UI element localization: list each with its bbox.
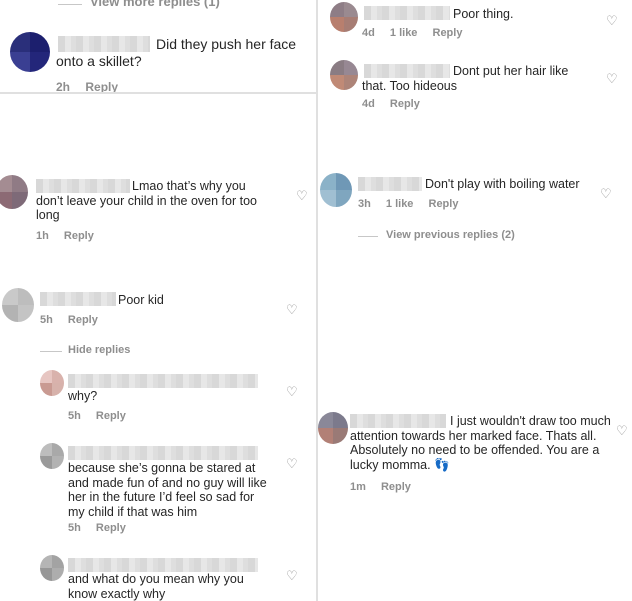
blurred-avatar [40,370,64,396]
comment-text: Don't play with boiling water [425,177,580,191]
blurred-avatar [10,32,50,72]
blurred-avatar [0,175,28,209]
blurred-username [364,6,450,20]
comment-panel-bottom-left: Poor kid 5h Reply ♡ Hide replies why? 5h… [0,282,316,601]
comment-text: Did they push her face onto a skillet? [56,36,297,69]
heart-outline-icon[interactable]: ♡ [286,569,298,582]
comment-time: 4d [362,27,375,39]
comment-meta: 2h Reply [56,80,130,92]
hide-replies-link[interactable]: Hide replies [68,344,130,356]
reply-link[interactable]: Reply [381,481,411,493]
comment-time: 3h [358,198,371,210]
view-previous-dash [358,236,378,237]
blurred-avatar [330,60,358,90]
comment-text: I just wouldn't draw too much attention … [350,414,611,472]
blurred-username [40,292,116,306]
reply-link[interactable]: Reply [96,522,126,534]
comment-meta: 3h 1 like Reply [358,198,470,210]
comment-meta: 5h Reply [40,314,110,326]
reply-link[interactable]: Reply [433,27,463,39]
heart-outline-icon[interactable]: ♡ [296,189,308,202]
comment-meta: 4d Reply [362,98,432,110]
comment-text: Lmao that’s why you don’t leave your chi… [36,179,257,222]
view-previous-replies-link[interactable]: View previous replies (2) [386,229,515,241]
comment-panel-top-left: View more replies (1) Did they push her … [0,0,316,92]
heart-outline-icon[interactable]: ♡ [286,457,298,470]
reply-link[interactable]: Reply [429,198,459,210]
comment-meta: 4d 1 like Reply [362,27,474,39]
comment-text: and what do you mean why you know exactl… [68,572,244,601]
comment-panel-bottom-right: I just wouldn't draw too much attention … [318,408,632,498]
comment-time: 1m [350,481,366,493]
comment-time: 5h [68,522,81,534]
blurred-avatar [40,443,64,469]
heart-outline-icon[interactable]: ♡ [606,72,618,85]
heart-outline-icon[interactable]: ♡ [286,303,298,316]
blurred-username [68,374,258,388]
hide-replies-dash [40,351,62,352]
blurred-avatar [330,2,358,32]
comment-likes[interactable]: 1 like [386,198,414,210]
comment-time: 2h [56,80,71,92]
reply-link[interactable]: Reply [390,98,420,110]
comment-meta: 5h Reply [68,522,138,534]
view-more-dash [58,4,82,5]
comment-meta: 5h Reply [68,410,138,422]
comment-meta: 1h Reply [36,230,106,242]
reply-link[interactable]: Reply [96,410,126,422]
comment-time: 5h [40,314,53,326]
view-more-replies-link[interactable]: View more replies (1) [90,0,220,9]
comment-text: Poor thing. [453,7,514,21]
comment-panel-mid-left: Lmao that’s why you don’t leave your chi… [0,165,316,245]
comment-panel-mid-right: Don't play with boiling water 3h 1 like … [318,165,632,250]
comment-time: 5h [68,410,81,422]
comment-text: Poor kid [118,293,164,307]
reply-link[interactable]: Reply [64,230,94,242]
comment-time: 1h [36,230,49,242]
heart-outline-icon[interactable]: ♡ [286,385,298,398]
heart-outline-icon[interactable]: ♡ [606,14,618,27]
blurred-avatar [2,288,34,322]
panel-divider-top [0,92,316,94]
heart-outline-icon[interactable]: ♡ [616,424,628,437]
comment-text: because she’s gonna be stared at and mad… [68,461,267,519]
blurred-username [358,177,422,191]
reply-link[interactable]: Reply [85,80,118,92]
reply-link[interactable]: Reply [68,314,98,326]
comment-time: 4d [362,98,375,110]
comment-text: Dont put her hair like that. Too hideous [362,64,569,93]
heart-outline-icon[interactable]: ♡ [600,187,612,200]
blurred-avatar [320,173,352,207]
blurred-avatar [318,412,348,444]
comment-panel-top-right: Poor thing. 4d 1 like Reply ♡ Dont put h… [318,0,632,120]
blurred-avatar [40,555,64,581]
blurred-username [68,558,258,572]
blurred-username [68,446,258,460]
comment-meta: 1m Reply [350,481,423,493]
comment-text: why? [68,389,98,403]
comment-likes[interactable]: 1 like [390,27,418,39]
